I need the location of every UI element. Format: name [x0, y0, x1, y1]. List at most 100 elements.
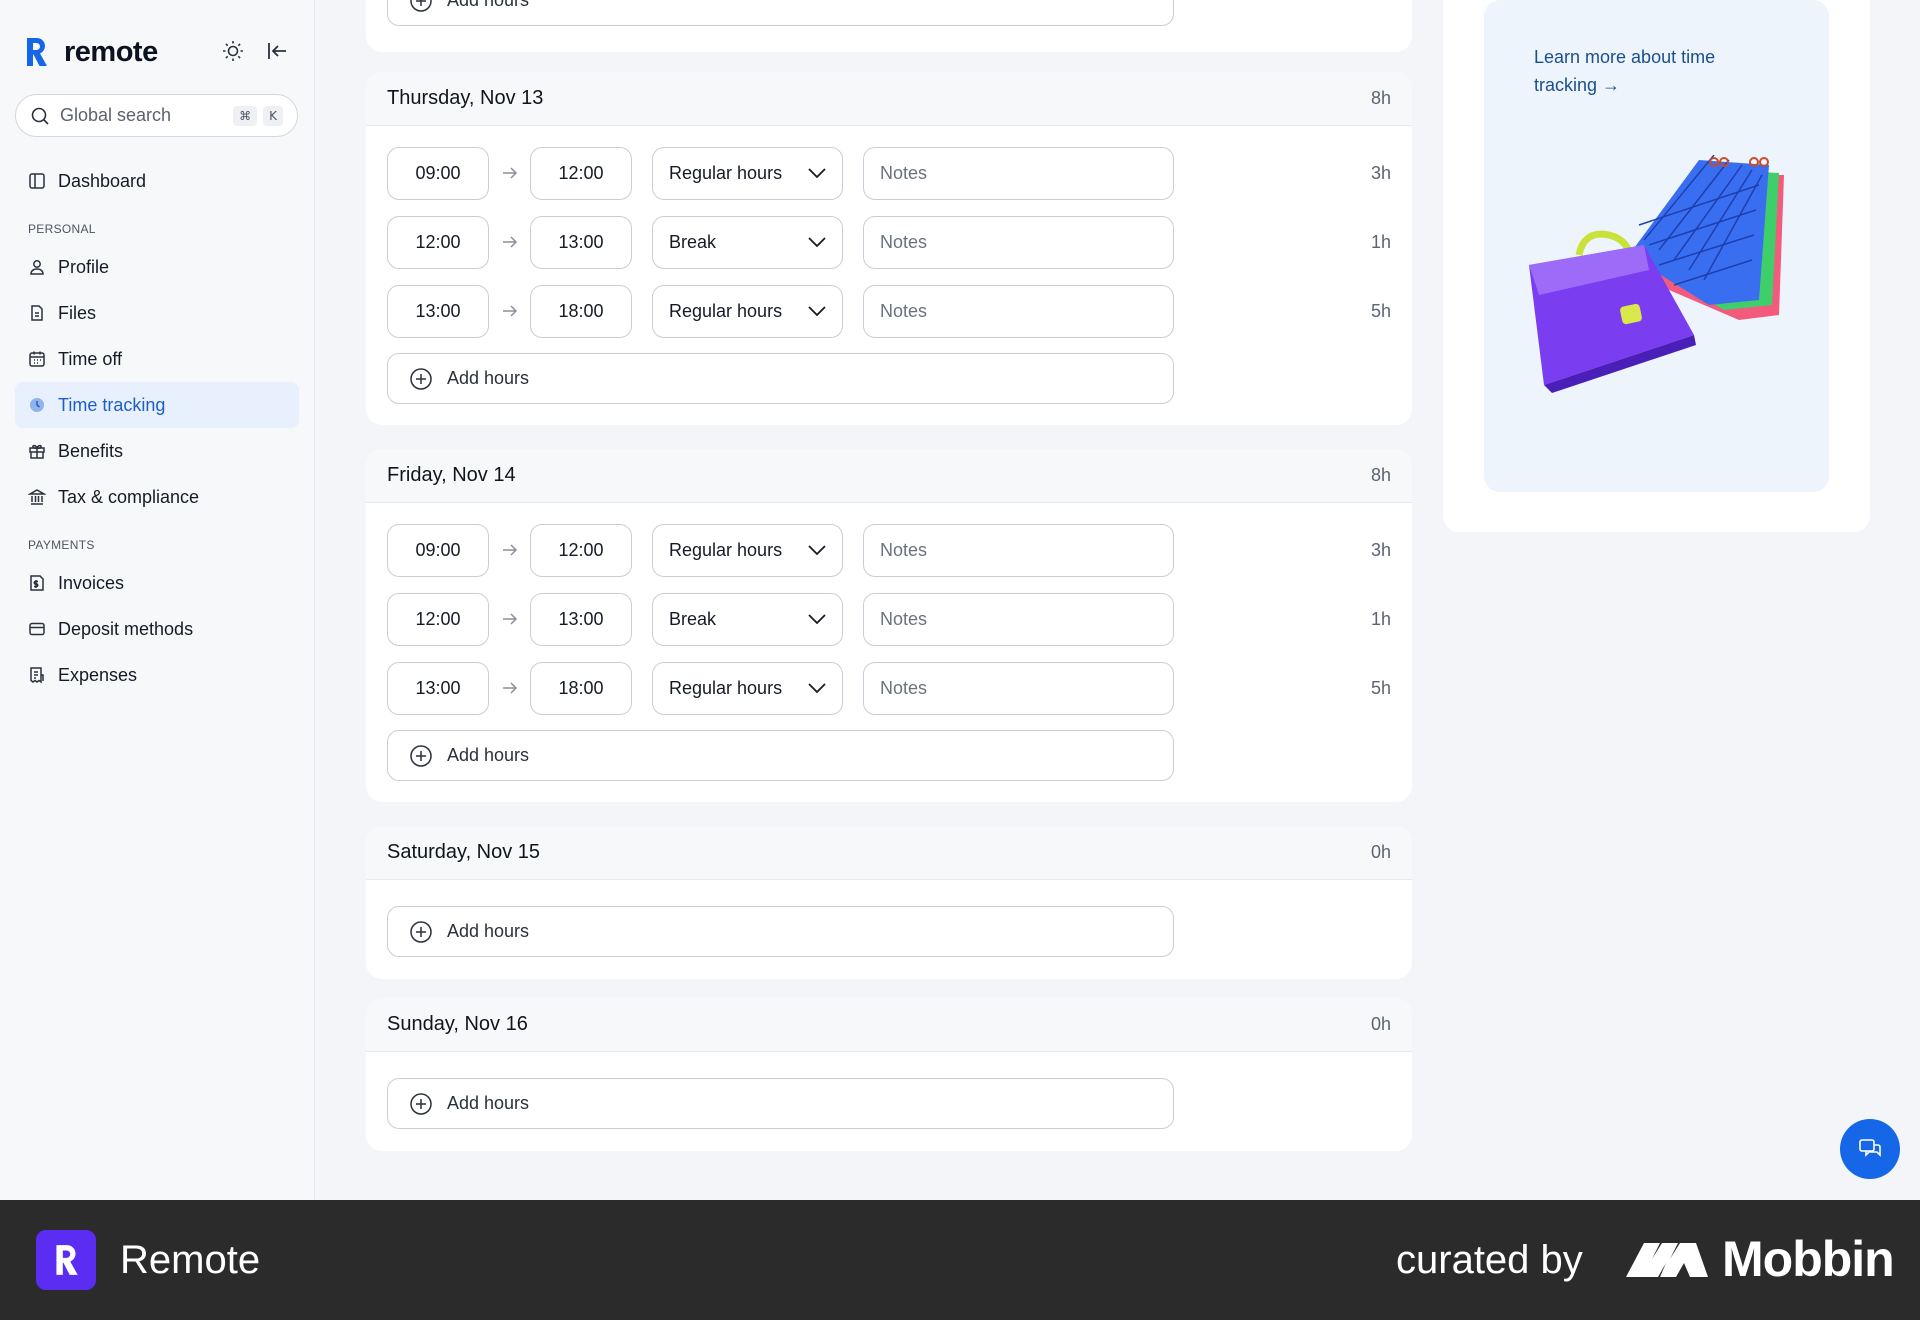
- day-header: Friday, Nov 14 8h: [366, 449, 1412, 503]
- notes-input[interactable]: Notes: [863, 661, 1174, 715]
- add-hours-button[interactable]: Add hours: [387, 1078, 1174, 1129]
- day-header: Thursday, Nov 13 8h: [366, 72, 1412, 126]
- file-icon: [31, 305, 43, 321]
- notes-input[interactable]: Notes: [863, 592, 1174, 646]
- credit-card-icon: [29, 622, 45, 636]
- chevron-down-icon: [808, 545, 826, 555]
- hour-type-value: Break: [669, 608, 717, 629]
- footer-app-name: Remote: [120, 1238, 261, 1282]
- gift-icon: [29, 444, 45, 459]
- dashboard-icon: [29, 173, 45, 189]
- sidebar-item-time-off[interactable]: Time off: [15, 336, 299, 382]
- sidebar-item-deposit-methods[interactable]: Deposit methods: [15, 606, 299, 652]
- clock-icon: [30, 398, 44, 412]
- arrow-right-icon: [489, 682, 530, 694]
- remote-app-icon: [36, 1230, 96, 1290]
- end-time-input[interactable]: 13:00: [530, 215, 632, 269]
- plus-circle-icon: [410, 1092, 432, 1115]
- collapse-sidebar-icon[interactable]: [264, 38, 290, 64]
- add-hours-button[interactable]: Add hours: [387, 906, 1174, 957]
- sidebar-nav: Dashboard PERSONAL Profile Files Time of…: [15, 158, 299, 698]
- end-time-input[interactable]: 13:00: [530, 592, 632, 646]
- theme-toggle-sun-icon[interactable]: [220, 38, 246, 64]
- add-hours-label: Add hours: [447, 1093, 530, 1113]
- start-time-input[interactable]: 09:00: [387, 523, 489, 577]
- end-time-input[interactable]: 18:00: [530, 661, 632, 715]
- add-hours-label: Add hours: [447, 368, 530, 388]
- sidebar-item-dashboard[interactable]: Dashboard: [15, 158, 299, 204]
- entry-duration: 3h: [1370, 539, 1391, 560]
- hour-type-select[interactable]: Break: [652, 592, 843, 646]
- arrow-right-icon: [489, 305, 530, 317]
- hour-type-select[interactable]: Regular hours: [652, 284, 843, 338]
- add-hours-label: Add hours: [447, 921, 530, 941]
- sidebar-item-label: Tax & compliance: [58, 486, 200, 507]
- end-time-input[interactable]: 18:00: [530, 284, 632, 338]
- hour-type-select[interactable]: Break: [652, 215, 843, 269]
- time-entry-row: 09:00 12:00 Regular hours Notes 3h: [387, 146, 1391, 200]
- brand-name: remote: [64, 35, 158, 68]
- notes-input[interactable]: Notes: [863, 146, 1174, 200]
- sidebar-item-time-tracking[interactable]: Time tracking: [15, 382, 299, 428]
- sidebar-item-label: Dashboard: [58, 170, 147, 191]
- entry-duration: 1h: [1370, 231, 1391, 252]
- chevron-down-icon: [808, 614, 826, 624]
- add-hours-label: Add hours: [447, 0, 530, 10]
- hour-type-select[interactable]: Regular hours: [652, 146, 843, 200]
- entry-duration: 1h: [1370, 608, 1391, 629]
- start-time-input[interactable]: 13:00: [387, 661, 489, 715]
- hour-type-select[interactable]: Regular hours: [652, 523, 843, 577]
- sidebar-item-expenses[interactable]: Expenses: [15, 652, 299, 698]
- chat-support-button[interactable]: [1840, 1119, 1900, 1179]
- time-tracking-promo: Learn more about time tracking →: [1484, 0, 1829, 492]
- mobbin-wordmark: Mobbin: [1722, 1231, 1895, 1287]
- brand[interactable]: remote: [22, 34, 158, 70]
- arrow-right-icon: [489, 613, 530, 625]
- day-card-thursday: Thursday, Nov 13 8h 09:00 12:00 Regular …: [366, 72, 1412, 425]
- sidebar-item-label: Time off: [58, 348, 123, 369]
- learn-more-link[interactable]: Learn more about time tracking →: [1534, 43, 1774, 99]
- chevron-down-icon: [808, 168, 826, 178]
- day-card-sunday: Sunday, Nov 16 0h Add hours: [366, 998, 1412, 1151]
- user-icon: [30, 260, 44, 275]
- receipt-icon: [30, 667, 44, 684]
- sidebar-item-label: Files: [58, 302, 97, 323]
- start-time-input[interactable]: 09:00: [387, 146, 489, 200]
- bank-icon: [28, 489, 46, 505]
- sidebar-item-files[interactable]: Files: [15, 290, 299, 336]
- notes-input[interactable]: Notes: [863, 284, 1174, 338]
- start-time-input[interactable]: 13:00: [387, 284, 489, 338]
- sidebar-item-profile[interactable]: Profile: [15, 244, 299, 290]
- add-hours-button[interactable]: Add hours: [387, 0, 1174, 26]
- end-time-input[interactable]: 12:00: [530, 523, 632, 577]
- sidebar-item-label: Benefits: [58, 440, 124, 461]
- remote-logo-icon: [22, 34, 50, 70]
- start-time-input[interactable]: 12:00: [387, 592, 489, 646]
- hour-type-value: Break: [669, 231, 717, 252]
- plus-circle-icon: [410, 744, 432, 767]
- entry-duration: 5h: [1370, 677, 1391, 698]
- sidebar-item-label: Expenses: [58, 664, 138, 685]
- arrow-right-icon: [489, 236, 530, 248]
- sidebar-item-benefits[interactable]: Benefits: [15, 428, 299, 474]
- briefcase-calendar-illustration-icon: [1529, 155, 1784, 393]
- entry-duration: 3h: [1370, 162, 1391, 183]
- hour-type-value: Regular hours: [669, 162, 783, 183]
- end-time-input[interactable]: 12:00: [530, 146, 632, 200]
- day-title: Friday, Nov 14: [387, 464, 516, 486]
- add-hours-button[interactable]: Add hours: [387, 353, 1174, 404]
- global-search-input[interactable]: Global search ⌘ K: [15, 94, 298, 137]
- add-hours-button[interactable]: Add hours: [387, 730, 1174, 781]
- time-entry-row: 12:00 13:00 Break Notes 1h: [387, 592, 1391, 646]
- day-card-friday: Friday, Nov 14 8h 09:00 12:00 Regular ho…: [366, 449, 1412, 802]
- kbd-cmd: ⌘: [233, 105, 258, 126]
- sidebar-item-invoices[interactable]: Invoices: [15, 560, 299, 606]
- hour-type-select[interactable]: Regular hours: [652, 661, 843, 715]
- sidebar-item-tax-compliance[interactable]: Tax & compliance: [15, 474, 299, 520]
- day-total: 0h: [1370, 1014, 1391, 1034]
- chevron-down-icon: [808, 683, 826, 693]
- day-title: Sunday, Nov 16: [387, 1013, 528, 1035]
- notes-input[interactable]: Notes: [863, 523, 1174, 577]
- start-time-input[interactable]: 12:00: [387, 215, 489, 269]
- notes-input[interactable]: Notes: [863, 215, 1174, 269]
